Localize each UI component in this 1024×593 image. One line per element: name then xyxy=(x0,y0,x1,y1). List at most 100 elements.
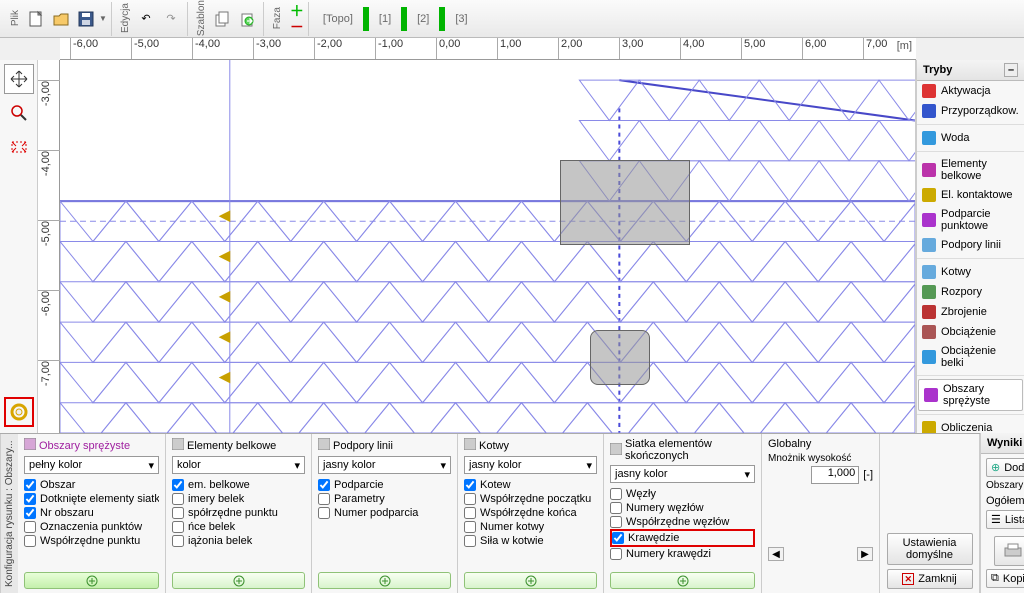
print-button[interactable] xyxy=(994,536,1024,566)
save-file-icon[interactable] xyxy=(74,7,98,31)
phase-3-button[interactable]: [3] xyxy=(449,13,473,25)
add-phase-icon[interactable]: ＋ xyxy=(290,4,304,18)
zamknij-button[interactable]: ✕Zamknij xyxy=(887,569,973,589)
checkbox-input[interactable] xyxy=(610,516,622,528)
scroll-left-icon[interactable]: ◀ xyxy=(768,547,784,561)
cfg-checkbox-row[interactable]: Numer kotwy xyxy=(464,520,597,534)
checkbox-input[interactable] xyxy=(464,521,476,533)
cfg-checkbox-row[interactable]: Współrzędne punktu xyxy=(24,534,159,548)
mode-icon xyxy=(922,265,936,279)
cfg-checkbox-row[interactable]: Współrzędne węzłów xyxy=(610,515,755,529)
color-mode-select[interactable]: kolor▾ xyxy=(172,456,305,474)
new-file-icon[interactable] xyxy=(24,7,48,31)
cfg-checkbox-row[interactable]: iążonia belek xyxy=(172,534,305,548)
color-mode-select[interactable]: jasny kolor▾ xyxy=(610,465,755,483)
tryby-item-6[interactable]: Podpory linii xyxy=(917,235,1024,255)
open-file-icon[interactable] xyxy=(49,7,73,31)
minimize-icon[interactable]: – xyxy=(1004,63,1018,77)
undo-icon[interactable]: ↶ xyxy=(134,7,158,31)
checkbox-input[interactable] xyxy=(318,479,330,491)
color-mode-select[interactable]: jasny kolor▾ xyxy=(318,456,451,474)
checkbox-input[interactable] xyxy=(24,521,36,533)
phase-topo-button[interactable]: [Topo] xyxy=(317,13,359,25)
config-vtab[interactable]: Konfiguracja rysunku : Obszary... xyxy=(0,434,18,593)
kopiuj-widok-button[interactable]: ⧉Kopiuj widok xyxy=(986,569,1024,588)
lista-rysunkow-button[interactable]: ☰Lista rysunków xyxy=(986,510,1024,529)
checkbox-input[interactable] xyxy=(318,507,330,519)
checkbox-input[interactable] xyxy=(612,532,624,544)
checkbox-input[interactable] xyxy=(172,535,184,547)
tryby-item-3[interactable]: Elementy belkowe xyxy=(917,155,1024,185)
tryby-item-8[interactable]: Rozpory xyxy=(917,282,1024,302)
scroll-right-icon[interactable]: ▶ xyxy=(857,547,873,561)
tryby-item-11[interactable]: Obciążenie belki xyxy=(917,342,1024,372)
cfg-checkbox-row[interactable]: Kotew xyxy=(464,478,597,492)
phase-1-button[interactable]: [1] xyxy=(373,13,397,25)
tryby-item-10[interactable]: Obciążenie xyxy=(917,322,1024,342)
cfg-checkbox-row[interactable]: em. belkowe xyxy=(172,478,305,492)
settings-gear-icon[interactable] xyxy=(4,397,34,427)
tryby-item-13[interactable]: Obliczenia xyxy=(917,418,1024,433)
checkbox-input[interactable] xyxy=(24,479,36,491)
cfg-checkbox-row[interactable]: Numer podparcia xyxy=(318,506,451,520)
checkbox-input[interactable] xyxy=(24,507,36,519)
checkbox-input[interactable] xyxy=(464,535,476,547)
cfg-checkbox-row[interactable]: spółrzędne punktu xyxy=(172,506,305,520)
fit-view-icon[interactable] xyxy=(4,132,34,162)
tryby-item-0[interactable]: Aktywacja xyxy=(917,81,1024,101)
cfg-checkbox-row[interactable]: Współrzędne początku xyxy=(464,492,597,506)
tryby-item-7[interactable]: Kotwy xyxy=(917,262,1024,282)
cfg-checkbox-row[interactable]: Oznaczenia punktów xyxy=(24,520,159,534)
cfg-checkbox-row[interactable]: Siła w kotwie xyxy=(464,534,597,548)
zoom-tool-icon[interactable] xyxy=(4,98,34,128)
mnoznik-input[interactable]: 1,000 xyxy=(811,466,859,484)
cfg-checkbox-row[interactable]: Dotknięte elementy siatki xyxy=(24,492,159,506)
checkbox-input[interactable] xyxy=(318,493,330,505)
pan-tool-icon[interactable] xyxy=(4,64,34,94)
cfg-checkbox-row[interactable]: Nr obszaru xyxy=(24,506,159,520)
expand-button[interactable] xyxy=(464,572,597,589)
paste-icon[interactable] xyxy=(235,7,259,31)
cfg-checkbox-row[interactable]: Węzły xyxy=(610,487,755,501)
color-mode-select[interactable]: jasny kolor▾ xyxy=(464,456,597,474)
cfg-checkbox-row[interactable]: Obszar xyxy=(24,478,159,492)
checkbox-input[interactable] xyxy=(464,507,476,519)
cfg-checkbox-row[interactable]: Krawędzie xyxy=(610,529,755,547)
drawing-canvas[interactable] xyxy=(60,60,916,433)
checkbox-input[interactable] xyxy=(610,502,622,514)
tryby-item-5[interactable]: Podparcie punktowe xyxy=(917,205,1024,235)
remove-phase-icon[interactable]: － xyxy=(290,20,304,34)
cfg-checkbox-row[interactable]: Numery krawędzi xyxy=(610,547,755,561)
expand-button[interactable] xyxy=(318,572,451,589)
checkbox-input[interactable] xyxy=(172,507,184,519)
ustawienia-domyslne-button[interactable]: Ustawienia domyślne xyxy=(887,533,973,565)
checkbox-input[interactable] xyxy=(24,493,36,505)
checkbox-input[interactable] xyxy=(172,521,184,533)
dodaj-rysunek-button[interactable]: ⊕Dodaj rysunek xyxy=(986,458,1024,477)
checkbox-input[interactable] xyxy=(464,493,476,505)
checkbox-input[interactable] xyxy=(464,479,476,491)
expand-button[interactable] xyxy=(172,572,305,589)
checkbox-input[interactable] xyxy=(172,493,184,505)
checkbox-input[interactable] xyxy=(610,488,622,500)
checkbox-input[interactable] xyxy=(24,535,36,547)
tryby-item-4[interactable]: El. kontaktowe xyxy=(917,185,1024,205)
color-mode-select[interactable]: pełny kolor▾ xyxy=(24,456,159,474)
phase-2-button[interactable]: [2] xyxy=(411,13,435,25)
redo-icon[interactable]: ↷ xyxy=(159,7,183,31)
tryby-item-2[interactable]: Woda xyxy=(917,128,1024,148)
checkbox-input[interactable] xyxy=(610,548,622,560)
tryby-item-1[interactable]: Przyporządkow. xyxy=(917,101,1024,121)
cfg-checkbox-row[interactable]: Współrzędne końca xyxy=(464,506,597,520)
expand-button[interactable] xyxy=(24,572,159,589)
expand-button[interactable] xyxy=(610,572,755,589)
copy-icon[interactable] xyxy=(210,7,234,31)
cfg-checkbox-row[interactable]: ńce belek xyxy=(172,520,305,534)
checkbox-input[interactable] xyxy=(172,479,184,491)
tryby-item-12[interactable]: Obszary sprężyste xyxy=(918,379,1023,411)
tryby-item-9[interactable]: Zbrojenie xyxy=(917,302,1024,322)
cfg-checkbox-row[interactable]: Numery węzłów xyxy=(610,501,755,515)
cfg-checkbox-row[interactable]: Podparcie xyxy=(318,478,451,492)
cfg-checkbox-row[interactable]: Parametry xyxy=(318,492,451,506)
cfg-checkbox-row[interactable]: imery belek xyxy=(172,492,305,506)
